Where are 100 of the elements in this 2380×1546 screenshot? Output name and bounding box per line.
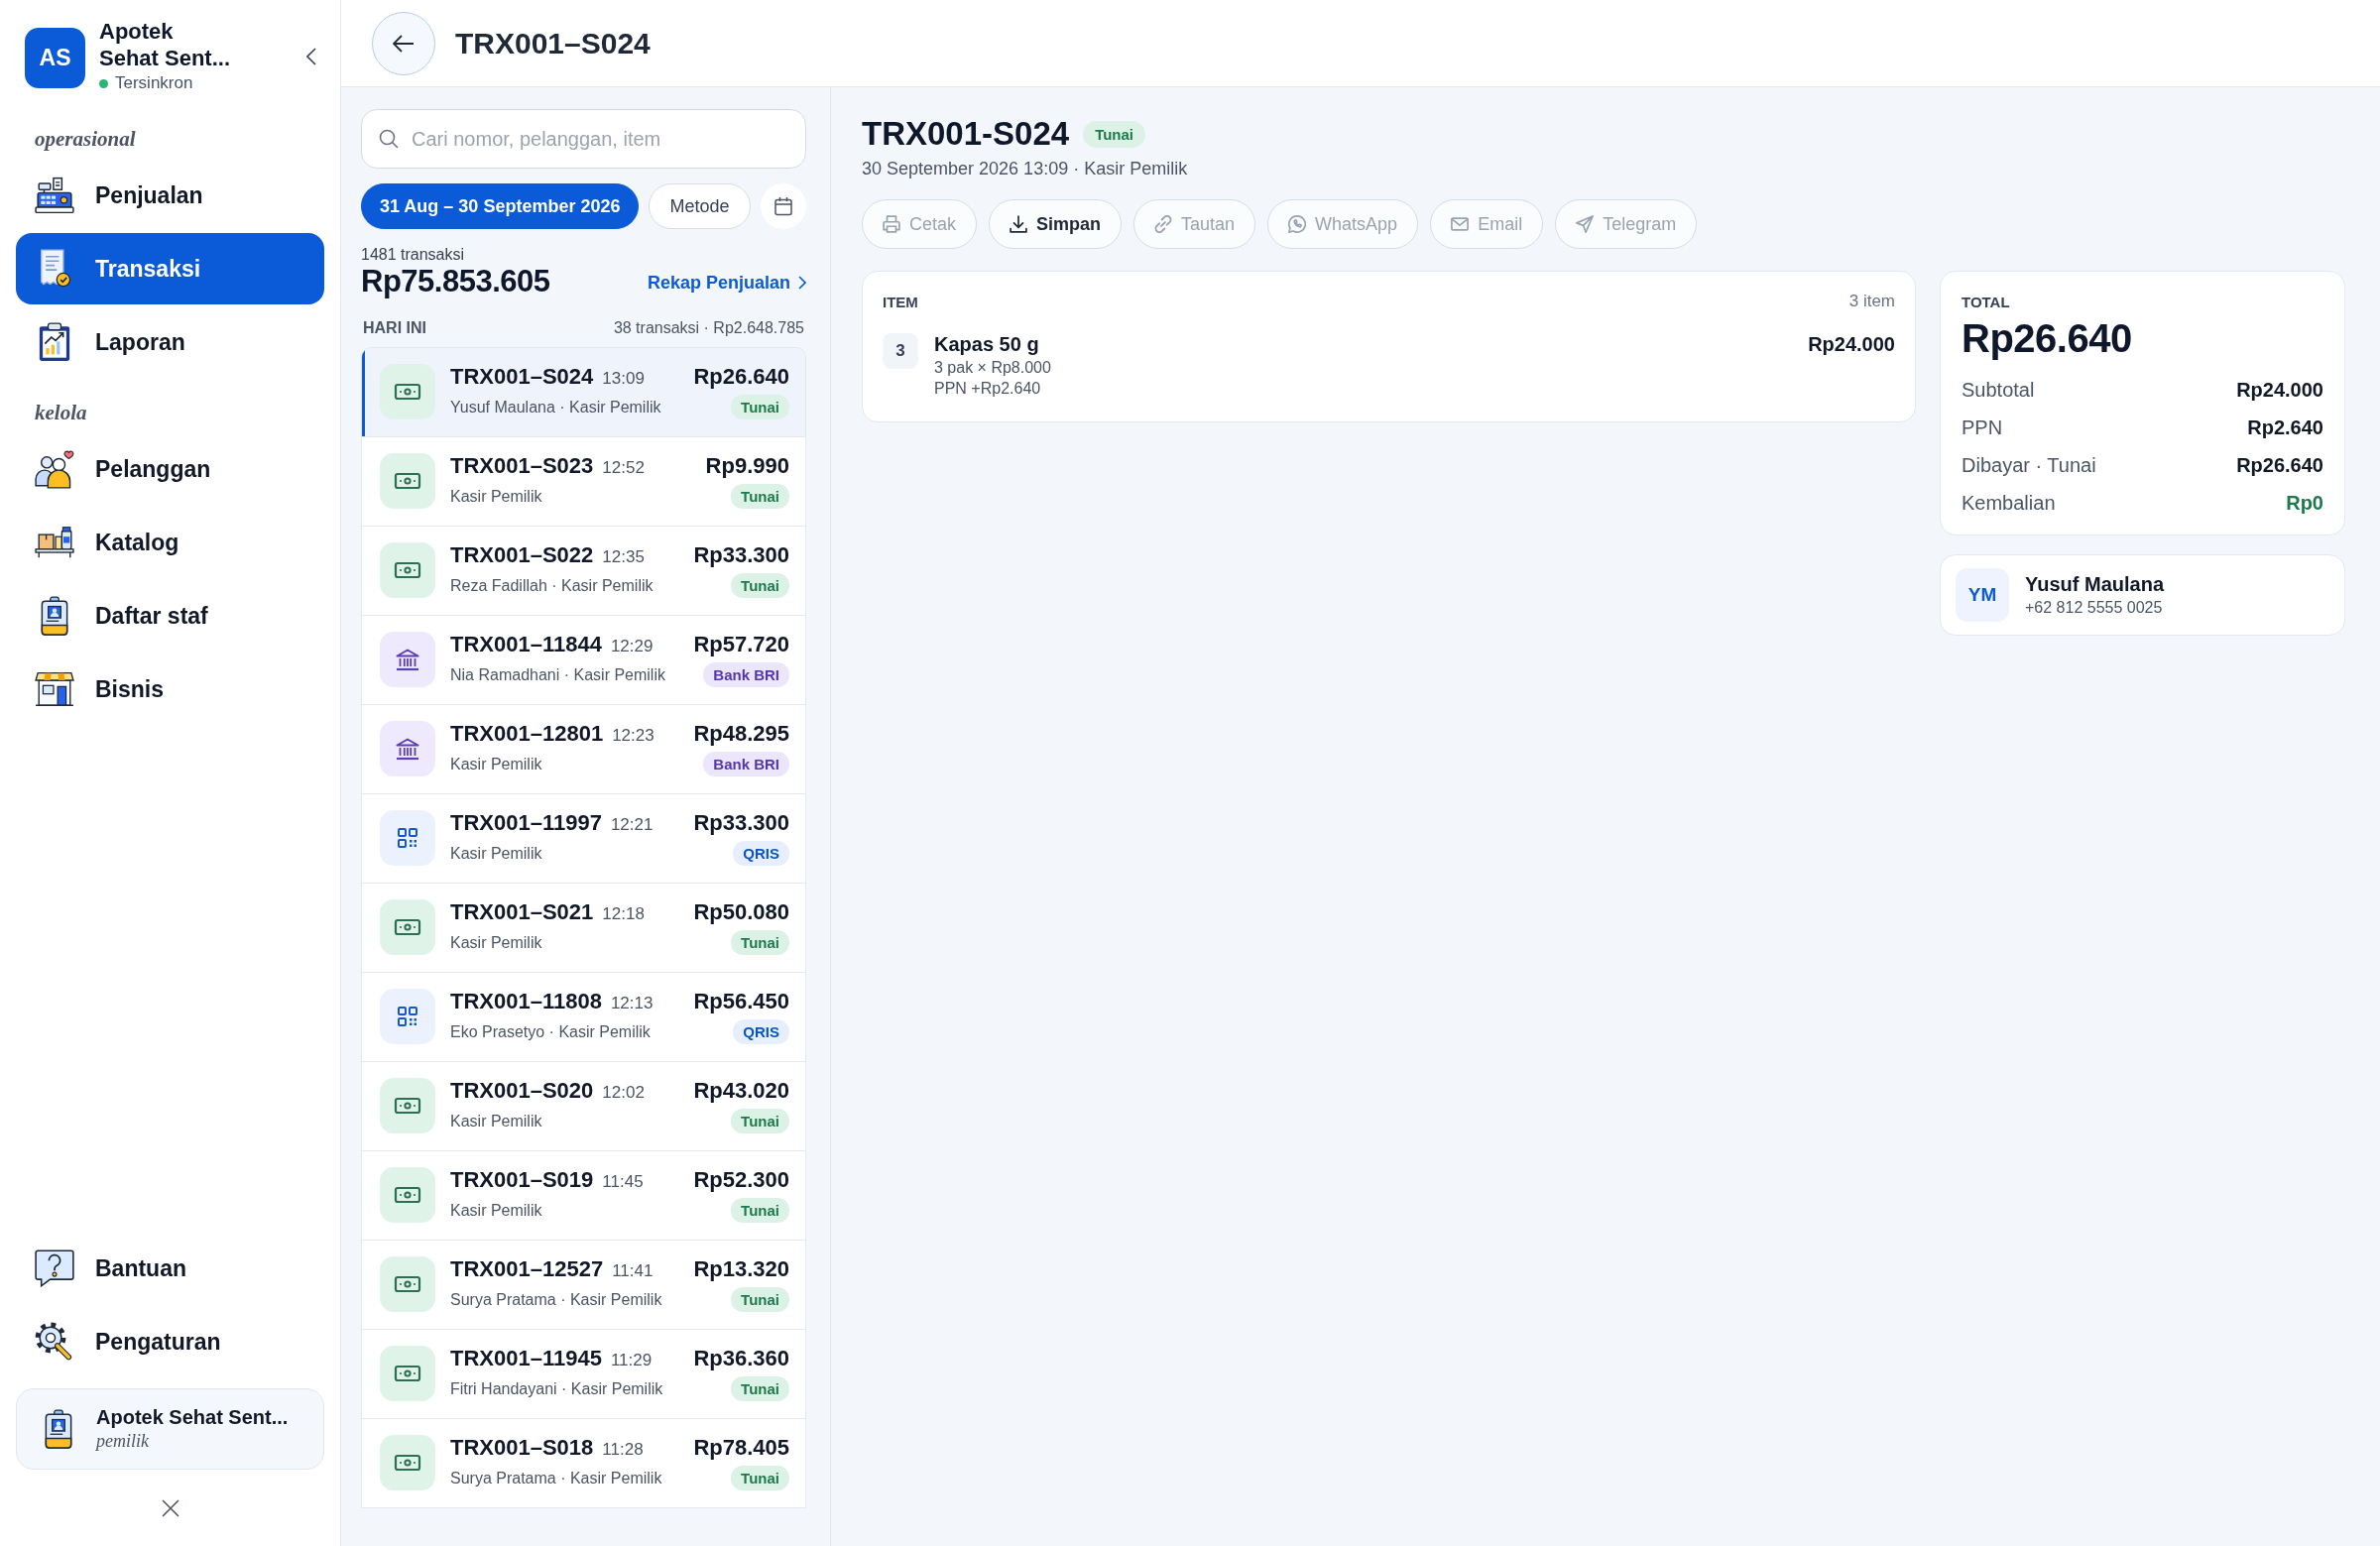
transaction-meta: Kasir Pemilik xyxy=(450,844,542,863)
account-name: Apotek Sehat Sent... xyxy=(96,1406,289,1429)
transaction-row[interactable]: TRX001–11945 11:29 Rp36.360 Fitri Handayani · Kasir Pemilik Tunai xyxy=(362,1329,805,1419)
close-button[interactable] xyxy=(161,1498,179,1517)
transaction-meta: Kasir Pemilik xyxy=(450,933,542,952)
transaction-row[interactable]: TRX001–S019 11:45 Rp52.300 Kasir Pemilik Tunai xyxy=(362,1150,805,1241)
transaction-time: 12:13 xyxy=(610,994,654,1014)
collapse-button[interactable] xyxy=(306,48,316,65)
transaction-row[interactable]: TRX001–12527 11:41 Rp13.320 Surya Pratama · Kasir Pemilik Tunai xyxy=(362,1240,805,1330)
transaction-id: TRX001–S021 xyxy=(450,899,594,926)
transaction-row[interactable]: TRX001–12801 12:23 Rp48.295 Kasir Pemilik Bank BRI xyxy=(362,704,805,794)
item-count: 3 item xyxy=(1848,292,1895,311)
nav-item[interactable]: Transaksi xyxy=(16,233,324,304)
transaction-row[interactable]: TRX001–S021 12:18 Rp50.080 Kasir Pemilik Tunai xyxy=(362,883,805,973)
close-icon xyxy=(161,1498,179,1517)
item-name: Kapas 50 g xyxy=(934,333,1040,356)
transaction-meta: Kasir Pemilik xyxy=(450,755,542,773)
quantity-badge: 3 xyxy=(883,333,918,369)
item-tax: PPN +Rp2.640 xyxy=(934,380,1042,398)
total-amount: Rp75.853.605 xyxy=(361,264,550,299)
banknote-icon xyxy=(380,542,435,599)
mail-icon xyxy=(1451,215,1470,233)
nav-item[interactable]: Bisnis xyxy=(16,654,324,725)
paper-plane-icon xyxy=(1576,215,1595,233)
arrow-left-icon xyxy=(393,34,415,53)
transaction-id: TRX001–S018 xyxy=(450,1435,594,1462)
summary-value: Rp24.000 xyxy=(2236,379,2323,402)
transaction-time: 12:18 xyxy=(602,904,645,925)
account-role: pemilik xyxy=(96,1431,150,1452)
nav-item[interactable]: Pelanggan xyxy=(16,433,324,505)
payment-badge: Bank BRI xyxy=(703,752,789,777)
transaction-row[interactable]: TRX001–S024 13:09 Rp26.640 Yusuf Maulana · Kasir Pemilik Tunai xyxy=(362,347,805,437)
transaction-id: TRX001–S020 xyxy=(450,1078,594,1105)
transaction-row[interactable]: TRX001–11808 12:13 Rp56.450 Eko Prasetyo · Kasir Pemilik QRIS xyxy=(362,972,805,1062)
action-button[interactable]: Simpan xyxy=(989,199,1123,249)
settings-icon xyxy=(35,1322,74,1362)
chevron-right-icon xyxy=(798,276,806,291)
transaction-row[interactable]: TRX001–11844 12:29 Rp57.720 Nia Ramadhani · Kasir Pemilik Bank BRI xyxy=(362,615,805,705)
payment-badge: Tunai xyxy=(731,1198,789,1224)
qr-code-icon xyxy=(380,810,435,867)
banknote-icon xyxy=(380,1078,435,1134)
transaction-id: TRX001–S024 xyxy=(450,364,594,391)
printer-icon xyxy=(883,215,900,233)
payment-badge: Tunai xyxy=(1083,120,1145,148)
nav-item[interactable]: Penjualan xyxy=(16,160,324,231)
payment-badge: Tunai xyxy=(731,1109,789,1134)
filter-chip[interactable]: 31 Aug – 30 September 2026 xyxy=(361,183,640,229)
transaction-count: 1481 transaksi xyxy=(361,246,466,264)
nav-item[interactable]: Pengaturan xyxy=(16,1306,324,1377)
section-label: kelola xyxy=(34,400,88,426)
transaction-row[interactable]: TRX001–S022 12:35 Rp33.300 Reza Fadillah · Kasir Pemilik Tunai xyxy=(362,526,805,616)
summary-label: Dibayar · Tunai xyxy=(1962,454,2096,477)
chevron-left-icon xyxy=(306,48,316,65)
transaction-row[interactable]: TRX001–S023 12:52 Rp9.990 Kasir Pemilik Tunai xyxy=(362,436,805,527)
summary-label: Kembalian xyxy=(1962,492,2056,515)
calendar-icon xyxy=(773,196,793,216)
summary-label: Subtotal xyxy=(1962,379,2035,402)
total-amount: Rp26.640 xyxy=(1962,316,2133,361)
nav-item[interactable]: Laporan xyxy=(16,306,324,378)
sync-status: Tersinkron xyxy=(115,73,193,93)
banknote-icon xyxy=(380,1435,435,1491)
group-summary: 38 transaksi · Rp2.648.785 xyxy=(613,318,804,337)
transaction-amount: Rp33.300 xyxy=(693,542,789,569)
transaction-row[interactable]: TRX001–11997 12:21 Rp33.300 Kasir Pemilik QRIS xyxy=(362,793,805,884)
search-field[interactable]: Cari nomor, pelanggan, item xyxy=(361,109,806,169)
transaction-id: TRX001–12801 xyxy=(450,721,604,748)
card-heading: TOTAL xyxy=(1962,294,2011,310)
storefront-icon xyxy=(35,669,74,709)
customer-name: Yusuf Maulana xyxy=(2025,573,2165,596)
transaction-time: 13:09 xyxy=(602,369,645,390)
transaction-time: 11:29 xyxy=(610,1351,653,1371)
transaction-meta: Surya Pratama · Kasir Pemilik xyxy=(450,1469,662,1487)
question-bubble-icon xyxy=(35,1249,74,1288)
transaction-meta: Kasir Pemilik xyxy=(450,1201,542,1220)
banknote-icon xyxy=(380,1167,435,1224)
transaction-id: TRX001–12527 xyxy=(450,1256,604,1283)
transaction-row[interactable]: TRX001–S018 11:28 Rp78.405 Surya Pratama · Kasir Pemilik Tunai xyxy=(362,1418,805,1508)
payment-badge: Tunai xyxy=(731,1466,789,1491)
transaction-row[interactable]: TRX001–S020 12:02 Rp43.020 Kasir Pemilik Tunai xyxy=(362,1061,805,1151)
summary-value: Rp26.640 xyxy=(2236,454,2323,477)
payment-badge: Tunai xyxy=(731,930,789,956)
account-card[interactable]: Apotek Sehat Sent... pemilik xyxy=(16,1388,324,1470)
download-icon xyxy=(1010,215,1028,233)
transaction-time: 12:52 xyxy=(602,458,645,479)
summary-value: Rp0 xyxy=(2286,492,2323,515)
banknote-icon xyxy=(380,364,435,420)
transaction-meta: Eko Prasetyo · Kasir Pemilik xyxy=(450,1022,651,1041)
transaction-meta: Nia Ramadhani · Kasir Pemilik xyxy=(450,665,665,684)
summary-label: PPN xyxy=(1962,416,2003,439)
calendar-button[interactable] xyxy=(760,183,806,229)
filter-chip[interactable]: Metode xyxy=(649,183,751,229)
cash-register-icon xyxy=(35,176,74,215)
nav-item[interactable]: Daftar staf xyxy=(16,580,324,652)
nav-item[interactable]: Bantuan xyxy=(16,1233,324,1304)
app-name: Apotek Sehat Sent... xyxy=(99,18,232,71)
nav-item[interactable]: Katalog xyxy=(16,507,324,578)
transaction-amount: Rp57.720 xyxy=(693,632,789,658)
transaction-amount: Rp48.295 xyxy=(693,721,789,748)
recap-link[interactable]: Rekap Penjualan xyxy=(647,272,806,294)
transaction-amount: Rp50.080 xyxy=(693,899,789,926)
